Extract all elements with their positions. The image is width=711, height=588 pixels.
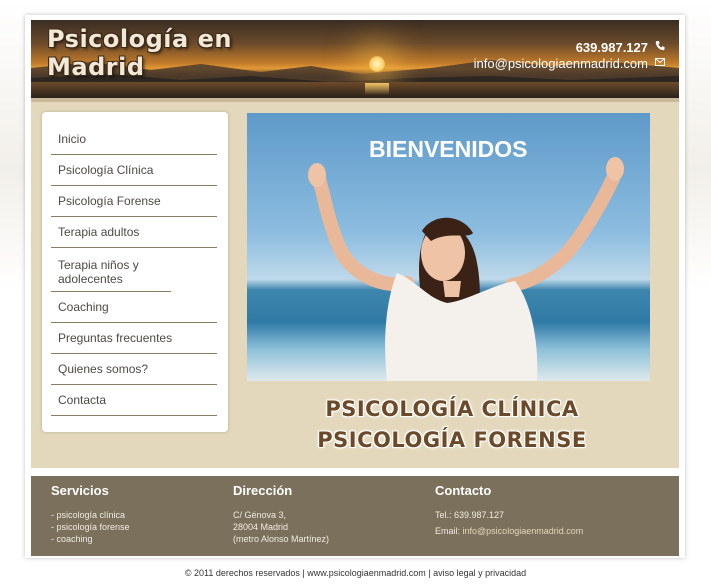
footer-email-row: Email: info@psicologiaenmadrid.com [435,525,583,537]
logo-line-2: Madrid [47,53,145,81]
sun-reflection [365,83,389,95]
sidebar-menu: Inicio Psicología Clínica Psicología For… [42,112,228,432]
copyright-bar[interactable]: © 2011 derechos reservados | www.psicolo… [0,568,711,578]
menu-item-inicio[interactable]: Inicio [51,124,217,155]
logo-line-1: Psicología en [47,25,232,53]
menu-item-quienes-somos[interactable]: Quienes somos? [51,354,217,385]
footer-email-link[interactable]: info@psicologiaenmadrid.com [463,526,584,536]
footer-servicio-3[interactable]: - coaching [51,533,130,545]
menu-item-preguntas-frecuentes[interactable]: Preguntas frecuentes [51,323,217,354]
footer-servicios-title: Servicios [51,483,109,498]
menu-item-coaching[interactable]: Coaching [51,292,217,323]
menu-item-terapia-ninos[interactable]: Terapia niños y adolecentes [51,248,171,292]
footer-address-line-2: 28004 Madrid [233,522,289,532]
footer-tel: Tel.: 639.987.127 [435,510,505,520]
site-footer: Servicios - psicología clínica - psicolo… [31,476,679,556]
tagline: PSICOLOGÍA CLÍNICA PSICOLOGÍA FORENSE [247,394,657,456]
footer-direccion: Dirección C/ Génova 3, 28004 Madrid (met… [233,483,329,545]
site-logo[interactable]: Psicología en Madrid [47,25,267,81]
header-contact: 639.987.127 info@psicologiaenmadrid.com [474,39,665,71]
header-phone: 639.987.127 [575,39,648,55]
sun-graphic [369,56,385,72]
tagline-line-1: PSICOLOGÍA CLÍNICA [325,397,579,421]
hero-banner: BIENVENIDOS [247,113,650,381]
footer-servicios: Servicios - psicología clínica - psicolo… [51,483,130,545]
main-content: Inicio Psicología Clínica Psicología For… [31,102,679,468]
footer-direccion-title: Dirección [233,483,293,498]
menu-item-terapia-adultos[interactable]: Terapia adultos [51,217,217,248]
phone-icon [655,40,665,54]
envelope-icon [655,57,665,69]
header-email-link[interactable]: info@psicologiaenmadrid.com [474,56,648,71]
site-header: Psicología en Madrid 639.987.127 info@ps… [31,20,679,98]
menu-item-psicologia-clinica[interactable]: Psicología Clínica [51,155,217,186]
menu-item-contacta[interactable]: Contacta [51,385,217,416]
hero-title: BIENVENIDOS [369,136,528,162]
footer-address-line-1: C/ Génova 3, [233,510,287,520]
footer-servicio-1[interactable]: - psicología clínica [51,509,130,521]
footer-address-line-3: (metro Alonso Martínez) [233,534,330,544]
footer-contacto: Contacto Tel.: 639.987.127 Email: info@p… [435,483,583,537]
footer-servicio-2[interactable]: - psicología forense [51,521,130,533]
footer-contacto-title: Contacto [435,483,492,498]
footer-email-label: Email: [435,526,461,536]
lake-graphic [31,82,679,98]
tagline-line-2: PSICOLOGÍA FORENSE [317,428,587,452]
menu-item-psicologia-forense[interactable]: Psicología Forense [51,186,217,217]
